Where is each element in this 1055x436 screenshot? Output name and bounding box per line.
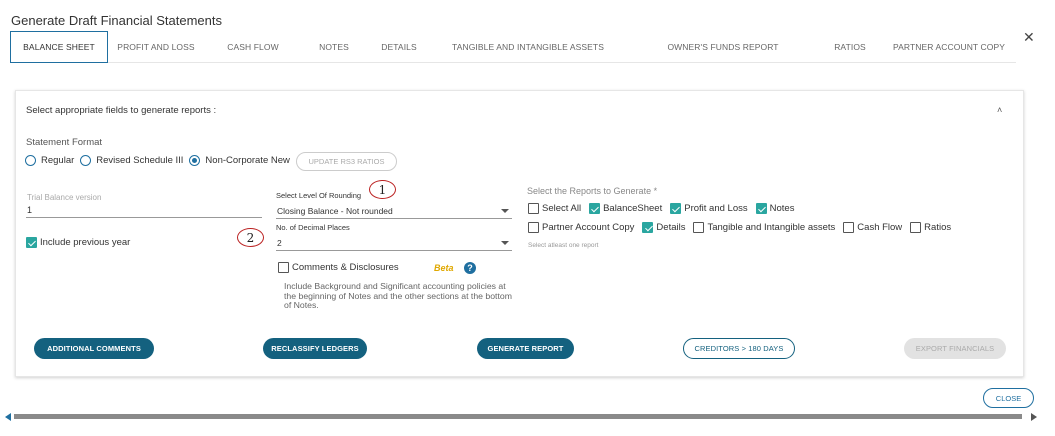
- reports-label: Select the Reports to Generate *: [527, 186, 658, 196]
- include-previous-year-checkbox[interactable]: Include previous year: [26, 237, 130, 248]
- trial-balance-label: Trial Balance version: [27, 193, 102, 202]
- checkbox[interactable]: [843, 222, 855, 233]
- radio-label: Non-Corporate New: [205, 154, 290, 166]
- report-details[interactable]: Details: [642, 222, 685, 233]
- checkbox-label: BalanceSheet: [603, 203, 663, 214]
- dialog-title: Generate Draft Financial Statements: [11, 13, 222, 28]
- checkbox[interactable]: [755, 203, 767, 214]
- tab-ratios[interactable]: RATIOS: [830, 31, 870, 63]
- radio-revised-schedule-iii[interactable]: Revised Schedule III: [80, 154, 184, 166]
- additional-comments-button[interactable]: ADDITIONAL COMMENTS: [34, 338, 154, 359]
- scroll-left-icon[interactable]: [5, 413, 11, 421]
- checkbox[interactable]: [278, 262, 289, 273]
- radio-button[interactable]: [189, 154, 201, 166]
- rounding-label: Select Level Of Rounding: [276, 191, 362, 200]
- checkbox-label: Include previous year: [40, 237, 131, 248]
- creditors-180-days-button[interactable]: CREDITORS > 180 DAYS: [683, 338, 795, 359]
- report-balancesheet[interactable]: BalanceSheet: [589, 203, 662, 214]
- tab-cash-flow[interactable]: CASH FLOW: [222, 31, 284, 63]
- report-options-panel: Select appropriate fields to generate re…: [15, 90, 1024, 377]
- report-partner-account-copy[interactable]: Partner Account Copy: [528, 222, 634, 233]
- chevron-up-icon[interactable]: ˄: [997, 105, 1002, 115]
- tab-details[interactable]: DETAILS: [376, 31, 422, 63]
- checkbox[interactable]: [642, 222, 654, 233]
- decimal-places-select[interactable]: 2: [277, 238, 282, 248]
- checkbox-label: Details: [656, 222, 686, 233]
- tab-profit-and-loss[interactable]: PROFIT AND LOSS: [114, 31, 198, 63]
- close-icon[interactable]: ✕: [1023, 30, 1035, 44]
- radio-button[interactable]: [25, 154, 36, 166]
- scroll-right-icon[interactable]: [1031, 413, 1037, 421]
- reclassify-ledgers-button[interactable]: RECLASSIFY LEDGERS: [263, 338, 367, 359]
- select-underline: [276, 218, 512, 219]
- checkbox-label: Partner Account Copy: [542, 222, 635, 233]
- radio-label: Regular: [41, 154, 75, 166]
- checkbox-label: Select All: [542, 203, 582, 214]
- tab-owners-funds[interactable]: OWNER'S FUNDS REPORT: [667, 31, 778, 63]
- checkbox[interactable]: [528, 203, 539, 214]
- tab-tangible-intangible[interactable]: TANGIBLE AND INTANGIBLE ASSETS: [452, 31, 604, 63]
- reports-row-1: Select All BalanceSheet Profit and Loss …: [528, 202, 802, 215]
- checkbox[interactable]: [26, 237, 37, 248]
- beta-badge: Beta: [434, 263, 454, 273]
- help-icon[interactable]: ?: [464, 262, 476, 274]
- radio-label: Revised Schedule III: [96, 154, 184, 166]
- report-select-all[interactable]: Select All: [528, 203, 581, 214]
- checkbox-label: Ratios: [924, 222, 952, 233]
- tab-partner-account-copy[interactable]: PARTNER ACCOUNT COPY: [893, 31, 1005, 63]
- comments-disclosures-checkbox[interactable]: Comments & Disclosures: [278, 262, 399, 273]
- chevron-down-icon[interactable]: [501, 241, 509, 245]
- panel-heading: Select appropriate fields to generate re…: [26, 105, 217, 116]
- report-tabs: BALANCE SHEET PROFIT AND LOSS CASH FLOW …: [10, 31, 1016, 63]
- checkbox-label: Cash Flow: [857, 222, 903, 233]
- checkbox-label: Notes: [769, 203, 795, 214]
- report-ratios[interactable]: Ratios: [910, 222, 951, 233]
- tab-notes[interactable]: NOTES: [314, 31, 354, 63]
- report-profit-and-loss[interactable]: Profit and Loss: [670, 203, 748, 214]
- radio-regular[interactable]: Regular: [25, 154, 75, 166]
- annotation-marker-1: 1: [369, 180, 396, 199]
- update-rs3-ratios-button[interactable]: UPDATE RS3 RATIOS: [296, 152, 397, 171]
- report-cash-flow[interactable]: Cash Flow: [843, 222, 902, 233]
- input-underline: [26, 217, 262, 218]
- horizontal-scrollbar[interactable]: [14, 414, 1022, 419]
- report-notes[interactable]: Notes: [755, 203, 795, 214]
- decimal-places-label: No. of Decimal Places: [276, 223, 350, 232]
- close-button[interactable]: CLOSE: [983, 388, 1034, 408]
- report-tangible-intangible[interactable]: Tangible and Intangible assets: [693, 222, 835, 233]
- select-underline: [276, 250, 512, 251]
- checkbox[interactable]: [670, 203, 682, 214]
- checkbox[interactable]: [693, 222, 705, 233]
- trial-balance-input[interactable]: 1: [27, 205, 32, 215]
- checkbox-label: Profit and Loss: [684, 203, 748, 214]
- checkbox-label: Tangible and Intangible assets: [707, 222, 836, 233]
- reports-hint: Select atleast one report: [528, 242, 599, 249]
- checkbox-label: Comments & Disclosures: [292, 262, 399, 273]
- rounding-select[interactable]: Closing Balance - Not rounded: [277, 206, 393, 216]
- statement-format-options: Regular Revised Schedule III Non-Corpora…: [25, 153, 296, 167]
- chevron-down-icon[interactable]: [501, 209, 509, 213]
- statement-format-label: Statement Format: [26, 137, 103, 148]
- radio-non-corporate-new[interactable]: Non-Corporate New: [189, 154, 290, 166]
- tab-balance-sheet[interactable]: BALANCE SHEET: [10, 31, 108, 63]
- generate-report-button[interactable]: GENERATE REPORT: [477, 338, 574, 359]
- export-financials-button[interactable]: EXPORT FINANCIALS: [904, 338, 1006, 359]
- reports-row-2: Partner Account Copy Details Tangible an…: [528, 221, 959, 234]
- checkbox[interactable]: [528, 222, 539, 233]
- annotation-marker-2: 2: [237, 228, 264, 247]
- checkbox[interactable]: [910, 222, 922, 233]
- radio-button[interactable]: [80, 154, 92, 166]
- checkbox[interactable]: [589, 203, 601, 214]
- comments-info-text: Include Background and Significant accou…: [284, 281, 512, 310]
